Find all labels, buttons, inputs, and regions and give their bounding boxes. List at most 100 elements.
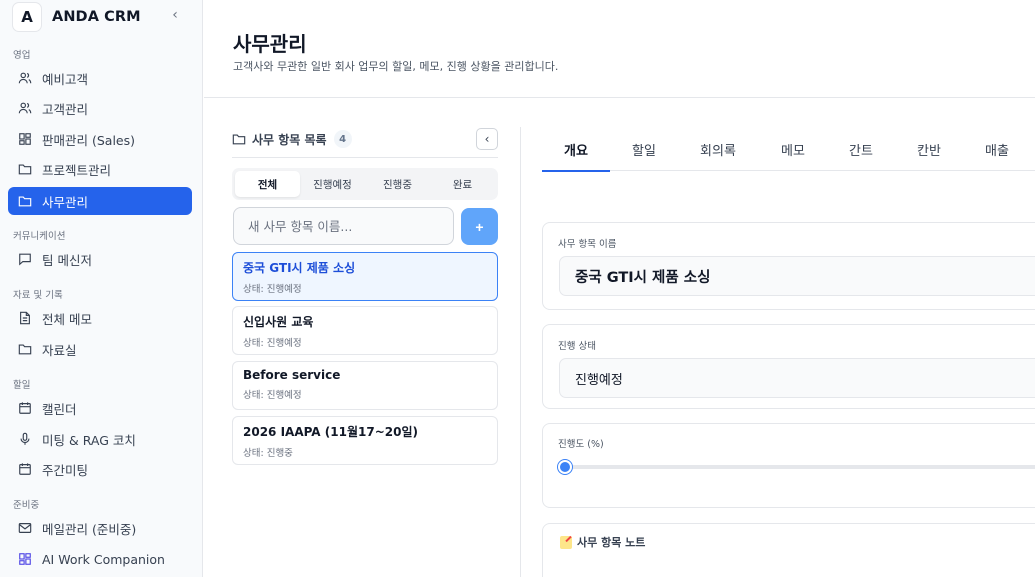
count-badge: 4: [333, 130, 352, 148]
users-icon: [18, 72, 32, 84]
section-title-todo: 할일: [13, 380, 31, 391]
sidebar-item-label: 판매관리 (Sales): [42, 132, 135, 148]
new-item-input[interactable]: [233, 207, 454, 245]
sidebar-item-weekly-meeting[interactable]: 주간미팅: [8, 455, 192, 483]
dashboard-icon: [19, 553, 31, 565]
status-label: 진행 상태: [558, 341, 596, 352]
sidebar-collapse-icon[interactable]: ‹: [166, 4, 184, 26]
filter-tab-in-progress[interactable]: 진행중: [365, 171, 430, 197]
tab-overview[interactable]: 개요: [542, 128, 610, 172]
sidebar-item-archive[interactable]: 자료실: [8, 335, 192, 363]
message-icon: [19, 253, 31, 266]
sidebar-item-label: 전체 메모: [42, 311, 92, 327]
page-header: 사무관리 고객사와 무관한 일반 회사 업무의 할일, 메모, 진행 상황을 관…: [204, 0, 1035, 98]
sidebar-item-ai-companion[interactable]: AI Work Companion: [8, 545, 192, 573]
status-select[interactable]: 진행예정: [559, 358, 1035, 398]
sidebar: A ANDA CRM ‹ 영업 예비고객 고객관리 판매관리 (Sales) 프…: [0, 0, 203, 577]
panel-collapse-button[interactable]: ‹: [476, 128, 498, 150]
file-icon: [20, 311, 30, 325]
sidebar-item-sales[interactable]: 판매관리 (Sales): [8, 125, 192, 153]
section-title-communication: 커뮤니케이션: [13, 231, 66, 242]
status-card: 진행 상태 진행예정: [542, 324, 1035, 409]
list-item[interactable]: 중국 GTI시 제품 소싱 상태: 진행예정: [232, 252, 498, 301]
folder-icon: [18, 344, 32, 355]
brand-logo: A: [12, 2, 42, 32]
filter-tab-done[interactable]: 완료: [430, 171, 495, 197]
item-status: 상태: 진행예정: [243, 338, 302, 349]
sidebar-item-meeting-coach[interactable]: 미팅 & RAG 코치: [8, 425, 192, 453]
tab-memo[interactable]: 메모: [758, 128, 828, 171]
brand-name: ANDA CRM: [52, 9, 141, 25]
folder-icon: [18, 164, 32, 175]
tab-gantt[interactable]: 간트: [828, 128, 894, 171]
sidebar-item-label: AI Work Companion: [42, 551, 165, 567]
sidebar-item-label: 프로젝트관리: [42, 162, 112, 178]
sidebar-item-projects[interactable]: 프로젝트관리: [8, 155, 192, 183]
item-name: 중국 GTI시 제품 소싱: [243, 261, 356, 275]
tab-kanban[interactable]: 칸반: [894, 128, 964, 171]
sidebar-item-customers[interactable]: 고객관리: [8, 94, 192, 122]
add-item-button[interactable]: +: [461, 208, 498, 245]
note-icon: [560, 535, 572, 549]
sidebar-item-office[interactable]: 사무관리: [8, 187, 192, 215]
sidebar-item-label: 고객관리: [42, 101, 89, 117]
note-title: 사무 항목 노트: [560, 534, 645, 550]
sidebar-item-all-memos[interactable]: 전체 메모: [8, 304, 192, 332]
folder-icon: [18, 196, 32, 207]
list-item[interactable]: 신입사원 교육 상태: 진행예정: [232, 306, 498, 355]
mail-icon: [18, 523, 32, 533]
item-name: 신입사원 교육: [243, 315, 314, 329]
name-label: 사무 항목 이름: [558, 239, 617, 250]
progress-card: 진행도 (%): [542, 423, 1035, 508]
section-title-upcoming: 준비중: [13, 500, 40, 511]
list-header: 사무 항목 목록 4 ‹: [232, 128, 498, 158]
tab-todo[interactable]: 할일: [610, 128, 678, 171]
section-title-sales: 영업: [13, 50, 31, 61]
users-icon: [18, 102, 32, 114]
list-item[interactable]: 2026 IAAPA (11월17~20일) 상태: 진행중: [232, 416, 498, 465]
list-title: 사무 항목 목록 4: [232, 130, 352, 148]
list-item[interactable]: Before service 상태: 진행예정: [232, 361, 498, 410]
dashboard-icon: [19, 133, 31, 145]
calendar-icon: [19, 402, 31, 414]
note-card: 사무 항목 노트: [542, 523, 1035, 577]
item-status: 상태: 진행예정: [243, 284, 302, 295]
sidebar-item-label: 자료실: [42, 342, 77, 358]
detail-tabs: 개요 할일 회의록 메모 간트 칸반 매출: [542, 128, 1035, 172]
tab-minutes[interactable]: 회의록: [678, 128, 758, 171]
folder-icon: [232, 134, 246, 145]
filter-tab-planned[interactable]: 진행예정: [300, 171, 365, 197]
page-subtitle: 고객사와 무관한 일반 회사 업무의 할일, 메모, 진행 상황을 관리합니다.: [233, 60, 559, 73]
sidebar-item-mail[interactable]: 메일관리 (준비중): [8, 514, 192, 542]
mic-icon: [20, 432, 30, 445]
sidebar-item-messenger[interactable]: 팀 메신저: [8, 245, 192, 273]
note-title-label: 사무 항목 노트: [577, 536, 646, 549]
sidebar-item-label: 캘린더: [42, 401, 77, 417]
progress-slider-track[interactable]: [565, 465, 1035, 469]
sidebar-item-label: 미팅 & RAG 코치: [42, 432, 136, 448]
panel-divider: [520, 127, 521, 577]
progress-slider-thumb[interactable]: [558, 460, 572, 474]
sidebar-item-label: 주간미팅: [42, 462, 89, 478]
name-field[interactable]: 중국 GTI시 제품 소싱: [559, 256, 1035, 296]
tab-revenue[interactable]: 매출: [964, 128, 1030, 171]
item-status: 상태: 진행중: [243, 448, 293, 459]
page-title: 사무관리: [233, 32, 307, 56]
section-title-records: 자료 및 기록: [13, 290, 63, 301]
filter-tab-all[interactable]: 전체: [235, 171, 300, 197]
name-card: 사무 항목 이름 중국 GTI시 제품 소싱: [542, 222, 1035, 310]
calendar-icon: [19, 463, 31, 475]
status-filter-tabs: 전체 진행예정 진행중 완료: [232, 168, 498, 200]
item-status: 상태: 진행예정: [243, 390, 302, 401]
sidebar-item-prospects[interactable]: 예비고객: [8, 64, 192, 92]
brand[interactable]: A ANDA CRM: [12, 2, 192, 32]
list-title-label: 사무 항목 목록: [252, 132, 327, 147]
item-name: 2026 IAAPA (11월17~20일): [243, 425, 418, 439]
sidebar-item-calendar[interactable]: 캘린더: [8, 394, 192, 422]
sidebar-item-label: 메일관리 (준비중): [42, 521, 137, 537]
item-name: Before service: [243, 368, 341, 382]
sidebar-item-label: 사무관리: [42, 194, 89, 210]
sidebar-item-label: 예비고객: [42, 71, 89, 87]
progress-label: 진행도 (%): [558, 439, 604, 450]
sidebar-item-label: 팀 메신저: [42, 252, 92, 268]
